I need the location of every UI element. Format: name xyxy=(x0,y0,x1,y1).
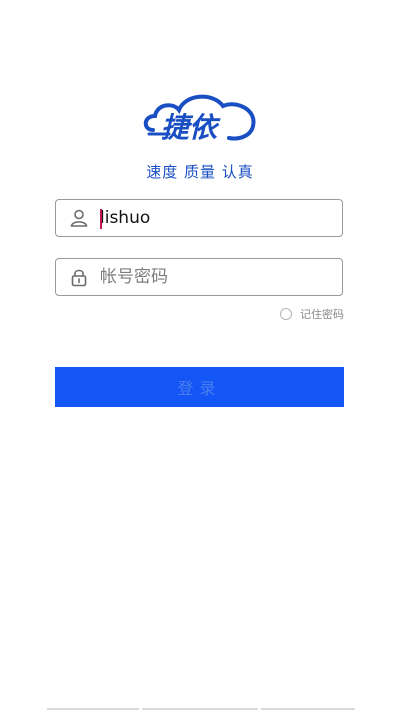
password-field[interactable] xyxy=(55,258,343,296)
remember-password-radio[interactable] xyxy=(280,308,292,320)
lock-icon xyxy=(68,266,90,288)
text-cursor xyxy=(100,209,102,229)
username-input[interactable] xyxy=(100,203,342,233)
user-icon xyxy=(68,207,90,229)
password-input[interactable] xyxy=(100,262,342,292)
remember-password-label: 记住密码 xyxy=(300,308,344,321)
app-logo: 捷依 xyxy=(139,90,263,152)
bottom-divider xyxy=(47,708,355,710)
username-field[interactable] xyxy=(55,199,343,237)
logo-text: 捷依 xyxy=(161,111,218,144)
app-slogan: 速度 质量 认真 xyxy=(146,163,254,181)
login-button[interactable]: 登录 xyxy=(55,367,344,407)
remember-password-toggle[interactable]: 记住密码 xyxy=(280,306,344,322)
